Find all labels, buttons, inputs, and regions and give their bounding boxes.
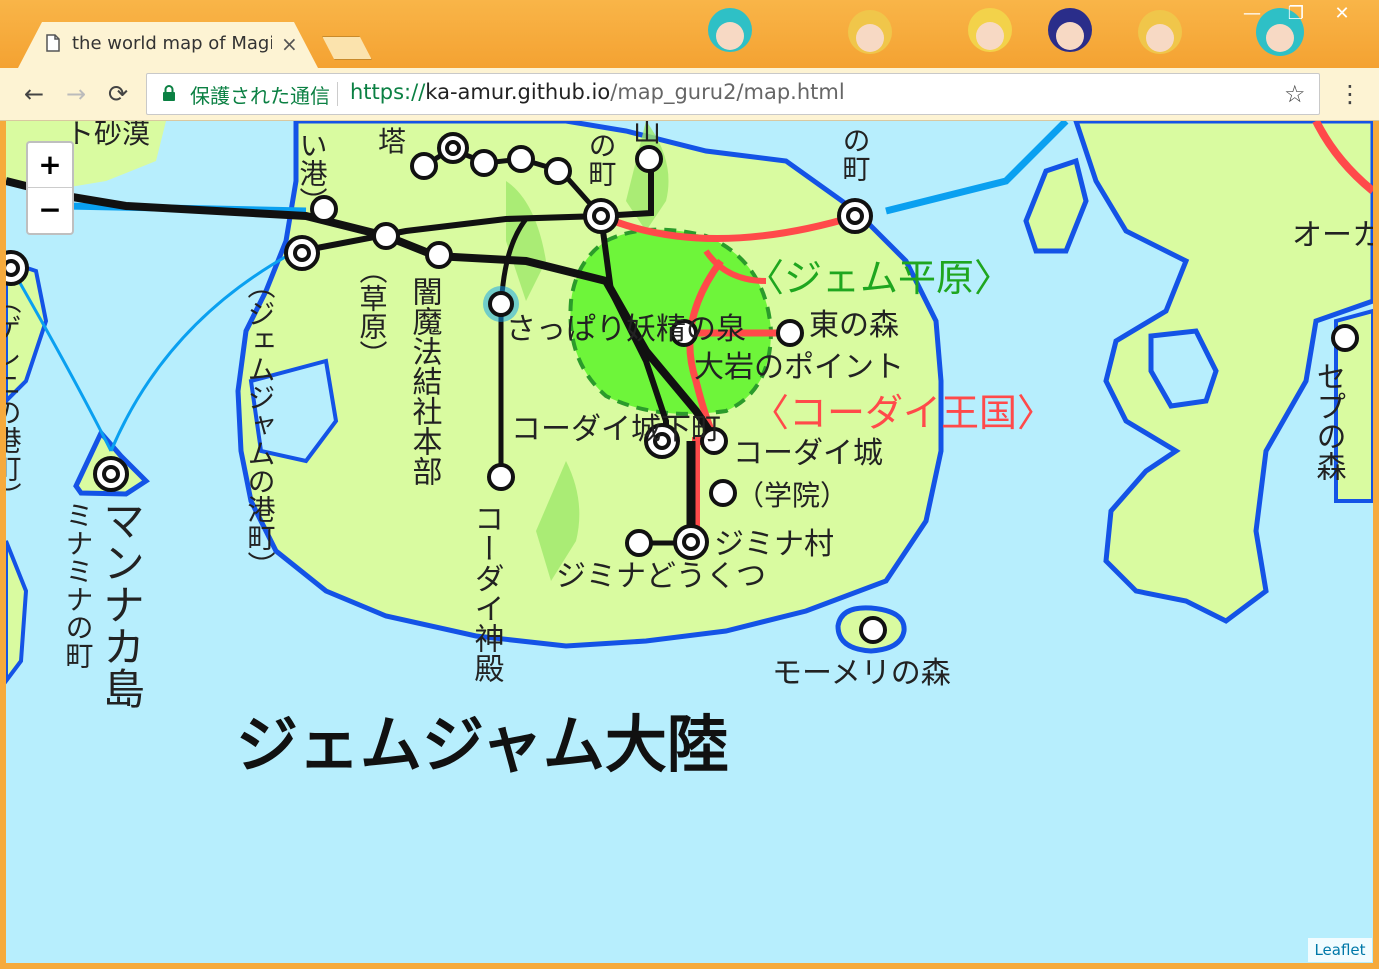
label-kodai-shrine: コーダイ神殿 [469, 503, 505, 683]
minimize-button[interactable]: — [1236, 4, 1268, 24]
label-gem-plain: 〈ジェム平原〉 [746, 256, 1012, 300]
label-jimina-village: ジミナ村 [714, 527, 834, 562]
land-small-island-ne [1023, 157, 1089, 254]
label-town-top-right: の町 [839, 126, 872, 182]
label-gemjam-port: （ジェムジャムの港町） [244, 271, 277, 579]
station[interactable] [776, 319, 804, 347]
label-top-desert: ト砂漠 [66, 121, 150, 150]
label-town-top: の町 [585, 131, 618, 187]
label-big-rock: 大岩のポイント [694, 350, 904, 385]
station[interactable] [625, 529, 653, 557]
station[interactable] [507, 145, 535, 173]
close-window-button[interactable]: ✕ [1326, 4, 1358, 24]
url-path: /map_guru2/map.html [610, 80, 845, 104]
label-sepu-forest: セプの森 [1311, 361, 1347, 481]
reload-button[interactable]: ⟳ [102, 78, 134, 110]
zoom-control: + − [26, 141, 74, 235]
label-oka: オーカ [1292, 218, 1373, 253]
lock-icon [163, 85, 175, 101]
secure-label: 保護された通信 [190, 84, 330, 108]
station[interactable] [709, 479, 737, 507]
label-momeri-forest: モーメリの森 [772, 656, 951, 691]
new-tab-button[interactable] [322, 36, 372, 60]
label-academy: （学院） [736, 479, 848, 512]
leaflet-attribution-link[interactable]: Leaflet [1308, 938, 1372, 962]
station[interactable] [410, 152, 438, 180]
station[interactable] [470, 149, 498, 177]
bookmark-star-icon[interactable]: ☆ [1284, 80, 1306, 108]
back-button[interactable]: ← [18, 78, 50, 110]
address-separator [337, 82, 338, 106]
label-grassland: （草原） [356, 256, 389, 368]
station[interactable] [1331, 324, 1359, 352]
label-port-top: い港） [296, 131, 329, 215]
label-mountain: 山 [633, 121, 661, 148]
map-viewport[interactable]: ト砂漠 塔 い港） の町 山 の町 〈ジェム平原〉 東の森 大岩のポイント 〈コ… [6, 121, 1373, 963]
menu-icon[interactable]: ⋮ [1338, 80, 1362, 108]
map-canvas[interactable]: ト砂漠 塔 い港） の町 山 の町 〈ジェム平原〉 東の森 大岩のポイント 〈コ… [6, 121, 1373, 963]
browser-window: — ❐ ✕ the world map of Magi × ← → ⟳ 保護され… [0, 0, 1379, 969]
label-kodai-castle: コーダイ城 [733, 436, 883, 471]
tab-close-button[interactable]: × [281, 32, 298, 56]
zoom-in-button[interactable]: + [28, 143, 72, 187]
label-mannaka-island: マンナカ島 [97, 499, 146, 709]
label-gemjam-continent: ジェムジャム大陸 [236, 708, 729, 781]
theme-banner-art [708, 8, 1304, 56]
label-tower: 塔 [378, 125, 406, 158]
label-kodai-kingdom: 〈コーダイ王国〉 [751, 391, 1055, 435]
tab-title: the world map of Magi [72, 33, 272, 54]
restore-button[interactable]: ❐ [1280, 4, 1312, 24]
url-host: ka-amur.github.io [425, 80, 611, 104]
url-text[interactable]: https://ka-amur.github.io/map_guru2/map.… [350, 80, 845, 104]
page-icon [46, 34, 60, 52]
label-east-forest: 東の森 [809, 308, 899, 343]
label-minamina-town: ミナミナの町 [62, 501, 95, 669]
station[interactable] [372, 222, 400, 250]
url-scheme: https:// [350, 80, 426, 104]
station[interactable] [487, 463, 515, 491]
land-west-bottom [6, 540, 29, 685]
label-gereni-town: （ゲレニの港町） [6, 286, 23, 510]
label-jimina-cave: ジミナどうくつ [556, 559, 766, 594]
forward-button[interactable]: → [60, 78, 92, 110]
station[interactable] [635, 145, 663, 173]
title-bar: — ❐ ✕ the world map of Magi × [0, 0, 1379, 68]
station[interactable] [544, 157, 572, 185]
station[interactable] [425, 241, 453, 269]
label-kodai-castle-town: コーダイ城下町 [511, 412, 721, 447]
label-dark-magic: 闇魔法結社本部 [407, 276, 443, 486]
station[interactable] [859, 616, 887, 644]
label-fairy-spring: さっぱり妖精の泉 [506, 312, 746, 347]
zoom-out-button[interactable]: − [28, 188, 72, 232]
